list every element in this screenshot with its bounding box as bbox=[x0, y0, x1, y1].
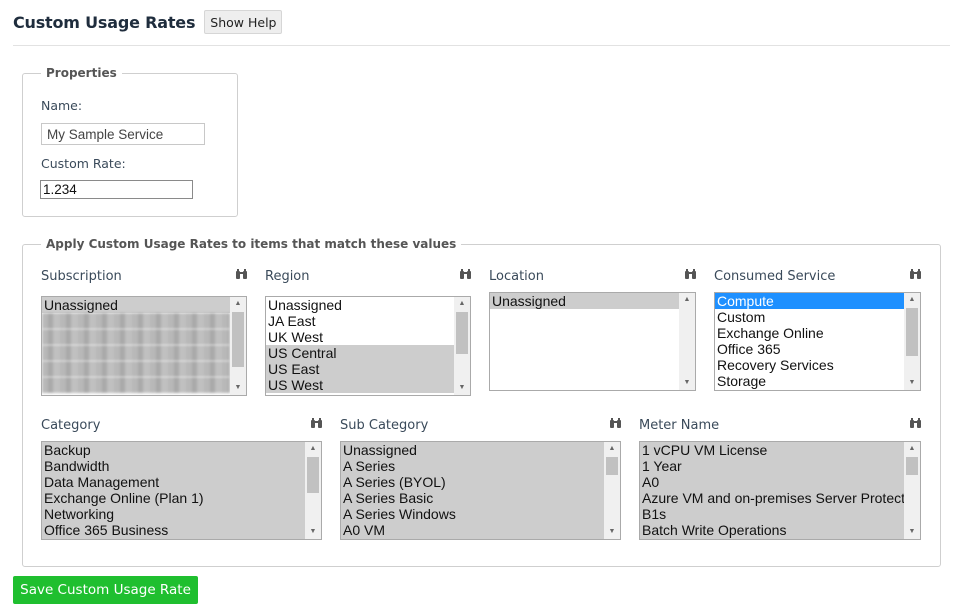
location-search-binoculars-icon[interactable] bbox=[685, 269, 696, 279]
sub-category-listbox[interactable]: Unassigned A Series A Series (BYOL) A Se… bbox=[340, 441, 621, 540]
name-label: Name: bbox=[41, 98, 83, 113]
list-item[interactable]: US Central bbox=[266, 345, 454, 361]
scrollbar[interactable]: ▲ ▼ bbox=[679, 293, 695, 390]
filters-legend: Apply Custom Usage Rates to items that m… bbox=[46, 237, 457, 251]
custom-rate-input[interactable] bbox=[40, 180, 193, 199]
list-item[interactable]: Backup bbox=[42, 442, 305, 458]
list-item[interactable]: A Series (BYOL) bbox=[341, 474, 604, 490]
list-item-redacted[interactable] bbox=[42, 313, 230, 329]
consumed-service-label: Consumed Service bbox=[714, 269, 836, 284]
list-item[interactable]: JA East bbox=[266, 313, 454, 329]
scrollbar[interactable]: ▲ ▼ bbox=[454, 297, 470, 395]
scrollbar[interactable]: ▲ ▼ bbox=[305, 442, 321, 539]
meter-name-listbox[interactable]: 1 vCPU VM License 1 Year A0 Azure VM and… bbox=[639, 441, 921, 540]
scrollbar-thumb[interactable] bbox=[232, 312, 244, 367]
list-item-redacted[interactable] bbox=[42, 329, 230, 345]
scroll-up-icon[interactable]: ▲ bbox=[454, 297, 470, 311]
list-item[interactable]: Storage bbox=[715, 373, 904, 389]
scrollbar[interactable]: ▲ ▼ bbox=[904, 442, 920, 539]
list-item[interactable]: Office 365 Business bbox=[42, 522, 305, 538]
list-item[interactable]: Networking bbox=[42, 506, 305, 522]
list-item[interactable]: A Series bbox=[341, 458, 604, 474]
list-item[interactable]: Batch Write Operations bbox=[640, 522, 904, 538]
list-item[interactable]: 1 vCPU VM License bbox=[640, 442, 904, 458]
consumed-service-search-binoculars-icon[interactable] bbox=[910, 269, 921, 279]
consumed-service-listbox[interactable]: Compute Custom Exchange Online Office 36… bbox=[714, 292, 921, 391]
region-label: Region bbox=[265, 269, 310, 284]
scroll-up-icon[interactable]: ▲ bbox=[904, 293, 920, 307]
scrollbar[interactable]: ▲ ▼ bbox=[904, 293, 920, 390]
scroll-down-icon[interactable]: ▼ bbox=[454, 381, 470, 395]
scrollbar-thumb[interactable] bbox=[906, 308, 918, 356]
sub-category-search-binoculars-icon[interactable] bbox=[610, 418, 621, 428]
list-item[interactable]: Exchange Online (Plan 1) bbox=[42, 490, 305, 506]
list-item[interactable]: Unassigned bbox=[490, 293, 679, 309]
scroll-up-icon[interactable]: ▲ bbox=[904, 442, 920, 456]
scroll-up-icon[interactable]: ▲ bbox=[230, 297, 246, 311]
meter-name-label: Meter Name bbox=[639, 418, 720, 433]
list-item[interactable]: B1s bbox=[640, 506, 904, 522]
scroll-down-icon[interactable]: ▼ bbox=[230, 381, 246, 395]
list-item[interactable]: US East bbox=[266, 361, 454, 377]
list-item[interactable]: A0 VM bbox=[341, 522, 604, 538]
category-label: Category bbox=[41, 418, 101, 433]
list-item[interactable]: Office 365 bbox=[715, 341, 904, 357]
list-item[interactable]: Unassigned bbox=[266, 297, 454, 313]
scroll-down-icon[interactable]: ▼ bbox=[904, 376, 920, 390]
scroll-down-icon[interactable]: ▼ bbox=[679, 376, 695, 390]
region-listbox[interactable]: Unassigned JA East UK West US Central US… bbox=[265, 296, 471, 396]
custom-rate-label: Custom Rate: bbox=[41, 156, 126, 171]
list-item[interactable]: UK West bbox=[266, 329, 454, 345]
list-item[interactable]: A Series Basic bbox=[341, 490, 604, 506]
region-search-binoculars-icon[interactable] bbox=[460, 269, 471, 279]
list-item[interactable]: Azure VM and on-premises Server Protecte… bbox=[640, 490, 904, 506]
list-item[interactable]: Data Management bbox=[42, 474, 305, 490]
list-item[interactable]: Custom bbox=[715, 309, 904, 325]
save-custom-usage-rate-button[interactable]: Save Custom Usage Rate bbox=[13, 576, 198, 604]
scroll-down-icon[interactable]: ▼ bbox=[305, 525, 321, 539]
divider bbox=[13, 45, 950, 46]
subscription-search-binoculars-icon[interactable] bbox=[236, 269, 247, 279]
name-input[interactable] bbox=[41, 123, 205, 145]
list-item[interactable]: US West bbox=[266, 377, 454, 393]
sub-category-label: Sub Category bbox=[340, 418, 429, 433]
list-item[interactable]: Bandwidth bbox=[42, 458, 305, 474]
scrollbar[interactable]: ▲ ▼ bbox=[230, 297, 246, 395]
scrollbar[interactable]: ▲ ▼ bbox=[604, 442, 620, 539]
scroll-up-icon[interactable]: ▲ bbox=[679, 293, 695, 307]
list-item-redacted[interactable] bbox=[42, 361, 230, 377]
subscription-listbox[interactable]: Unassigned ▲ ▼ bbox=[41, 296, 247, 396]
scroll-up-icon[interactable]: ▲ bbox=[604, 442, 620, 456]
page-title: Custom Usage Rates bbox=[13, 12, 196, 32]
list-item-redacted[interactable] bbox=[42, 377, 230, 393]
scrollbar-thumb[interactable] bbox=[606, 457, 618, 475]
page-header: Custom Usage Rates Show Help bbox=[13, 8, 283, 36]
subscription-label: Subscription bbox=[41, 269, 122, 284]
meter-name-search-binoculars-icon[interactable] bbox=[910, 418, 921, 428]
list-item[interactable]: Unassigned bbox=[42, 297, 230, 313]
list-item[interactable]: Exchange Online bbox=[715, 325, 904, 341]
scrollbar-thumb[interactable] bbox=[307, 457, 319, 493]
list-item[interactable]: A0 bbox=[640, 474, 904, 490]
list-item[interactable]: Unassigned bbox=[341, 442, 604, 458]
category-search-binoculars-icon[interactable] bbox=[311, 418, 322, 428]
list-item[interactable]: A Series Windows bbox=[341, 506, 604, 522]
scroll-down-icon[interactable]: ▼ bbox=[604, 525, 620, 539]
properties-legend: Properties bbox=[46, 66, 117, 80]
list-item[interactable]: 1 Year bbox=[640, 458, 904, 474]
list-item[interactable]: Recovery Services bbox=[715, 357, 904, 373]
scrollbar-thumb[interactable] bbox=[456, 312, 468, 354]
location-label: Location bbox=[489, 269, 544, 284]
location-listbox[interactable]: Unassigned ▲ ▼ bbox=[489, 292, 696, 391]
list-item[interactable]: Compute bbox=[715, 293, 904, 309]
show-help-button[interactable]: Show Help bbox=[204, 10, 283, 34]
category-listbox[interactable]: Backup Bandwidth Data Management Exchang… bbox=[41, 441, 322, 540]
scroll-down-icon[interactable]: ▼ bbox=[904, 525, 920, 539]
scrollbar-thumb[interactable] bbox=[906, 457, 918, 475]
list-item-redacted[interactable] bbox=[42, 345, 230, 361]
scroll-up-icon[interactable]: ▲ bbox=[305, 442, 321, 456]
